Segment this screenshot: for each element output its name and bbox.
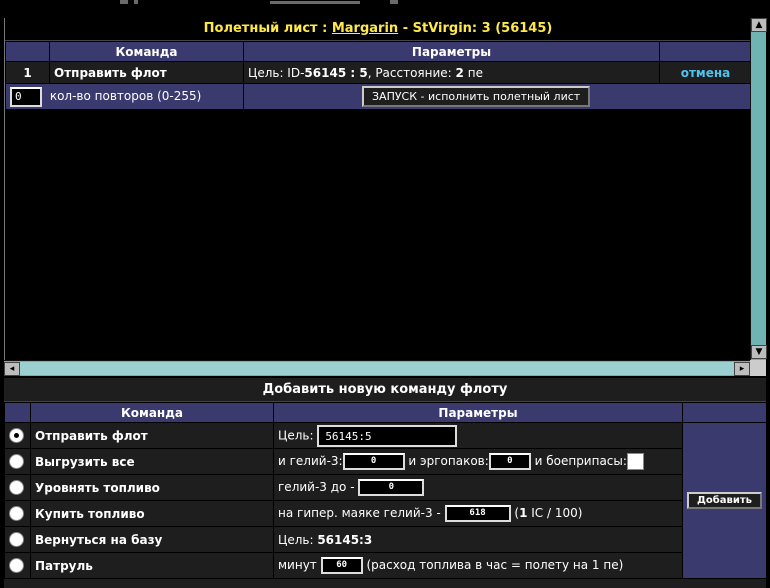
cancel-link[interactable]: отмена [659,61,752,84]
command-row-base: Вернуться на базу Цель: 56145:3 [4,526,767,553]
add-command-header: Команда Параметры [4,402,767,423]
launch-button[interactable]: ЗАПУСК - исполнить полетный лист [362,86,591,107]
send-target-input[interactable]: 56145:5 [317,424,458,447]
panel-title: Добавить новую команду флоту [4,378,766,402]
vertical-scroll-thumb[interactable] [752,33,766,358]
radio-buy-fuel[interactable] [9,506,24,521]
command-row-patrol: Патруль минут 60 (расход топлива в час =… [4,552,767,579]
vertical-scrollbar[interactable]: ▲ ▼ [750,18,767,360]
scroll-left-icon[interactable]: ◂ [4,362,20,376]
player-link[interactable]: Margarin [332,21,398,36]
patrol-minutes-input[interactable]: 60 [320,557,363,574]
command-send-label: Отправить флот [30,422,274,449]
radio-unload-all[interactable] [9,454,24,469]
flight-sheet-header: Команда Параметры [5,41,752,62]
flight-sheet-table: Команда Параметры 1 Отправить флот Цель:… [5,41,752,110]
row-params: Цель: ID-56145 : 5, Расстояние: 2 пе [243,61,660,84]
top-decoration [120,0,400,6]
flight-sheet: Полетный лист : Margarin - StVirgin: 3 (… [4,18,752,360]
unload-helium-input[interactable]: 0 [342,453,405,470]
panel-col-params: Параметры [273,402,683,423]
unload-ergopacks-input[interactable]: 0 [488,453,531,470]
add-button[interactable]: Добавить [687,492,762,509]
command-row-send: Отправить флот Цель: 56145:5 Добавить [4,422,767,579]
horizontal-scroll-thumb[interactable] [20,362,734,375]
command-level-label: Уровнять топливо [30,474,274,501]
col-params: Параметры [243,41,660,62]
base-target-value: 56145:3 [317,532,373,547]
repeat-count-input[interactable] [10,86,42,107]
horizontal-scrollbar[interactable]: ◂ ▸ [4,360,750,376]
radio-send-fleet[interactable] [9,428,24,443]
add-command-table: Команда Параметры Отправить флот Цель: 5… [4,402,767,579]
command-row-level: Уровнять топливо гелий-3 до - 0 [4,474,767,501]
scroll-right-icon[interactable]: ▸ [734,362,750,376]
command-buy-label: Купить топливо [30,500,274,527]
command-patrol-label: Патруль [30,552,274,579]
command-row-buy: Купить топливо на гипер. маяке гелий-3 -… [4,500,767,527]
scrollbar-corner [750,360,766,376]
command-unload-label: Выгрузить все [30,448,274,475]
planet-name: StVirgin: 3 (56145) [412,21,553,36]
command-base-label: Вернуться на базу [30,526,274,553]
scroll-up-icon[interactable]: ▲ [751,18,767,32]
level-helium-input[interactable]: 0 [358,479,425,496]
radio-patrol[interactable] [9,558,24,573]
col-command: Команда [49,41,244,62]
panel-col-command: Команда [30,402,274,423]
radio-level-fuel[interactable] [9,480,24,495]
row-command: Отправить флот [49,61,244,84]
repeat-count-label: кол-во повторов (0-255) [49,89,202,103]
scroll-down-icon[interactable]: ▼ [751,345,767,359]
buy-helium-input[interactable]: 618 [444,505,511,522]
sheet-title: Полетный лист : Margarin - StVirgin: 3 (… [5,18,751,41]
launch-row: кол-во повторов (0-255) ЗАПУСК - исполни… [5,83,752,110]
unload-ammo-checkbox[interactable] [626,453,644,470]
add-command-panel: Добавить новую команду флоту Команда Пар… [4,378,767,588]
radio-return-base[interactable] [9,532,24,547]
row-number: 1 [5,61,50,84]
table-row: 1 Отправить флот Цель: ID-56145 : 5, Рас… [5,61,752,84]
command-row-unload: Выгрузить все и гелий-3: 0 и эргопаков: 0 … [4,448,767,475]
